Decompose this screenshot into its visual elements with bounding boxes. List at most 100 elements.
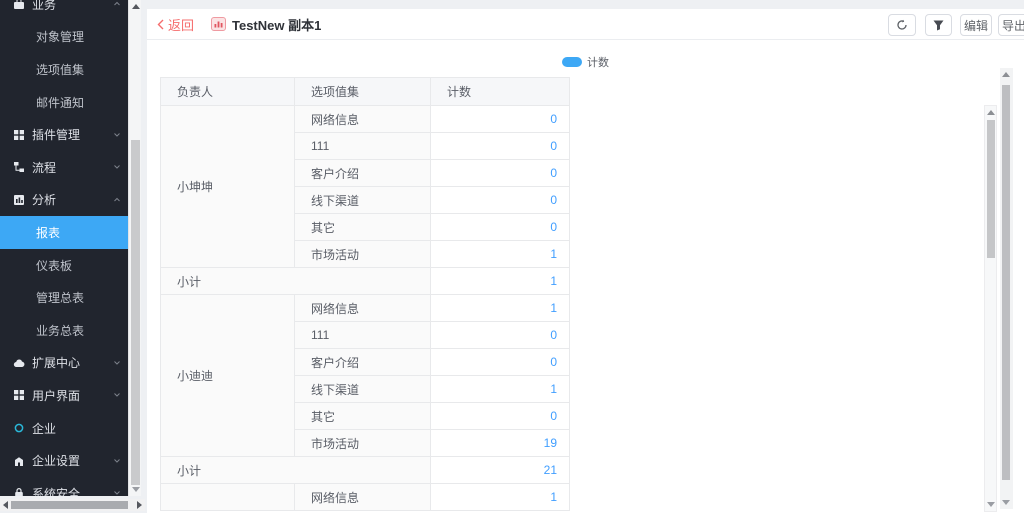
filter-button[interactable] bbox=[925, 14, 952, 36]
option-cell: 111 bbox=[295, 133, 431, 160]
edit-button[interactable]: 编辑 bbox=[960, 14, 992, 36]
report-table-wrap: 负责人选项值集计数 小坤坤网络信息01110客户介绍0线下渠道0其它0市场活动1… bbox=[160, 77, 570, 511]
table-vertical-scrollbar[interactable] bbox=[984, 105, 997, 512]
owner-cell: 小坤坤 bbox=[161, 106, 295, 268]
scroll-left-icon[interactable] bbox=[3, 501, 8, 509]
scroll-down-icon[interactable] bbox=[1002, 500, 1010, 505]
filter-icon bbox=[933, 20, 944, 31]
page-vertical-scrollbar[interactable] bbox=[1000, 68, 1013, 509]
flow-icon bbox=[13, 161, 25, 173]
sidebar-item-label: 仪表板 bbox=[36, 257, 72, 274]
sidebar-item-label: 业务总表 bbox=[36, 322, 84, 339]
back-button[interactable]: 返回 bbox=[157, 9, 194, 40]
subtotal-count-link[interactable]: 21 bbox=[431, 457, 570, 484]
sidebar-item-extension-center[interactable]: 扩展中心 bbox=[0, 347, 128, 380]
sidebar-item-user-interface[interactable]: 用户界面 bbox=[0, 379, 128, 412]
count-link[interactable]: 1 bbox=[431, 484, 570, 511]
count-link[interactable]: 0 bbox=[431, 106, 570, 133]
count-link[interactable]: 0 bbox=[431, 403, 570, 430]
sidebar-item-admin-summary[interactable]: 管理总表 bbox=[0, 281, 128, 314]
count-link[interactable]: 19 bbox=[431, 430, 570, 457]
report-table: 负责人选项值集计数 小坤坤网络信息01110客户介绍0线下渠道0其它0市场活动1… bbox=[160, 77, 570, 511]
sidebar-item-workflow[interactable]: 流程 bbox=[0, 151, 128, 184]
sidebar-item-enterprise-setup[interactable]: 企业设置 bbox=[0, 444, 128, 477]
count-link[interactable]: 0 bbox=[431, 214, 570, 241]
scroll-down-icon[interactable] bbox=[987, 502, 995, 507]
table-row: 小迪迪网络信息1 bbox=[161, 295, 570, 322]
back-chevron-icon bbox=[157, 19, 164, 30]
sidebar-item-label: 选项值集 bbox=[36, 61, 84, 78]
subtotal-row: 小计21 bbox=[161, 457, 570, 484]
sidebar-item-label: 业务 bbox=[32, 0, 56, 13]
sidebar-item-option-set[interactable]: 选项值集 bbox=[0, 53, 128, 86]
sidebar-item-business[interactable]: 业务 bbox=[0, 0, 128, 21]
scroll-up-icon[interactable] bbox=[1002, 72, 1010, 77]
cloud-icon bbox=[13, 357, 25, 369]
count-link[interactable]: 1 bbox=[431, 376, 570, 403]
option-cell: 线下渠道 bbox=[295, 376, 431, 403]
chevron-up-icon bbox=[113, 0, 121, 8]
count-link[interactable]: 1 bbox=[431, 295, 570, 322]
chart-legend: 计数 bbox=[147, 54, 1024, 70]
count-link[interactable]: 0 bbox=[431, 187, 570, 214]
table-scrollbar-thumb[interactable] bbox=[987, 120, 995, 258]
grid-icon bbox=[13, 129, 25, 141]
sidebar-item-label: 扩展中心 bbox=[32, 354, 80, 371]
sidebar-item-label: 用户界面 bbox=[32, 387, 80, 404]
sidebar-horizontal-scrollbar[interactable] bbox=[0, 499, 145, 511]
column-header: 选项值集 bbox=[295, 78, 431, 106]
scroll-up-icon[interactable] bbox=[987, 110, 995, 115]
briefcase-icon bbox=[13, 0, 25, 10]
sidebar-hscrollbar-thumb[interactable] bbox=[11, 501, 128, 509]
subtotal-label-cell: 小计 bbox=[161, 268, 431, 295]
option-cell: 其它 bbox=[295, 214, 431, 241]
building-icon bbox=[13, 455, 25, 467]
scroll-down-icon[interactable] bbox=[132, 487, 140, 492]
refresh-button[interactable] bbox=[888, 14, 916, 36]
sidebar-item-analysis[interactable]: 分析 bbox=[0, 184, 128, 217]
option-cell: 市场活动 bbox=[295, 430, 431, 457]
count-link[interactable]: 0 bbox=[431, 322, 570, 349]
option-cell: 111 bbox=[295, 322, 431, 349]
sidebar-item-label: 系统安全 bbox=[32, 485, 80, 496]
table-row: 小坤坤网络信息0 bbox=[161, 106, 570, 133]
main-panel: 返回 TestNew 副本1 编辑 导出 计数 负责人选 bbox=[147, 9, 1024, 513]
column-header: 负责人 bbox=[161, 78, 295, 106]
scroll-up-icon[interactable] bbox=[132, 4, 140, 9]
page-scrollbar-thumb[interactable] bbox=[1002, 85, 1010, 480]
sidebar-item-label: 邮件通知 bbox=[36, 94, 84, 111]
sidebar-item-system-security[interactable]: 系统安全 bbox=[0, 477, 128, 496]
sidebar-item-business-summary[interactable]: 业务总表 bbox=[0, 314, 128, 347]
chevron-down-icon bbox=[113, 457, 121, 465]
sidebar-item-report[interactable]: 报表 bbox=[0, 216, 128, 249]
sidebar-item-dashboard[interactable]: 仪表板 bbox=[0, 249, 128, 282]
scroll-right-icon[interactable] bbox=[137, 501, 142, 509]
sidebar-item-enterprise[interactable]: 企业 bbox=[0, 412, 128, 445]
sidebar-item-plugin-mgmt[interactable]: 插件管理 bbox=[0, 118, 128, 151]
chevron-down-icon bbox=[113, 359, 121, 367]
table-row: 网络信息1 bbox=[161, 484, 570, 511]
option-cell: 客户介绍 bbox=[295, 160, 431, 187]
sidebar-scrollbar-thumb[interactable] bbox=[131, 140, 140, 485]
report-icon bbox=[211, 17, 226, 31]
owner-cell: 小迪迪 bbox=[161, 295, 295, 457]
option-cell: 网络信息 bbox=[295, 106, 431, 133]
count-link[interactable]: 1 bbox=[431, 241, 570, 268]
sidebar-item-label: 对象管理 bbox=[36, 28, 84, 45]
sidebar-item-label: 企业设置 bbox=[32, 452, 80, 469]
sidebar-item-object-mgmt[interactable]: 对象管理 bbox=[0, 21, 128, 54]
option-cell: 网络信息 bbox=[295, 295, 431, 322]
subtotal-count-link[interactable]: 1 bbox=[431, 268, 570, 295]
table-header-row: 负责人选项值集计数 bbox=[161, 78, 570, 106]
export-button[interactable]: 导出 bbox=[998, 14, 1024, 36]
subtotal-label-cell: 小计 bbox=[161, 457, 431, 484]
sidebar-item-label: 管理总表 bbox=[36, 289, 84, 306]
count-link[interactable]: 0 bbox=[431, 160, 570, 187]
chevron-down-icon bbox=[113, 163, 121, 171]
chevron-down-icon bbox=[113, 489, 121, 496]
count-link[interactable]: 0 bbox=[431, 349, 570, 376]
sidebar-item-mail-notify[interactable]: 邮件通知 bbox=[0, 86, 128, 119]
sidebar-vertical-scrollbar[interactable] bbox=[128, 0, 141, 496]
sidebar: 业务对象管理选项值集邮件通知插件管理流程分析报表仪表板管理总表业务总表扩展中心用… bbox=[0, 0, 128, 496]
count-link[interactable]: 0 bbox=[431, 133, 570, 160]
